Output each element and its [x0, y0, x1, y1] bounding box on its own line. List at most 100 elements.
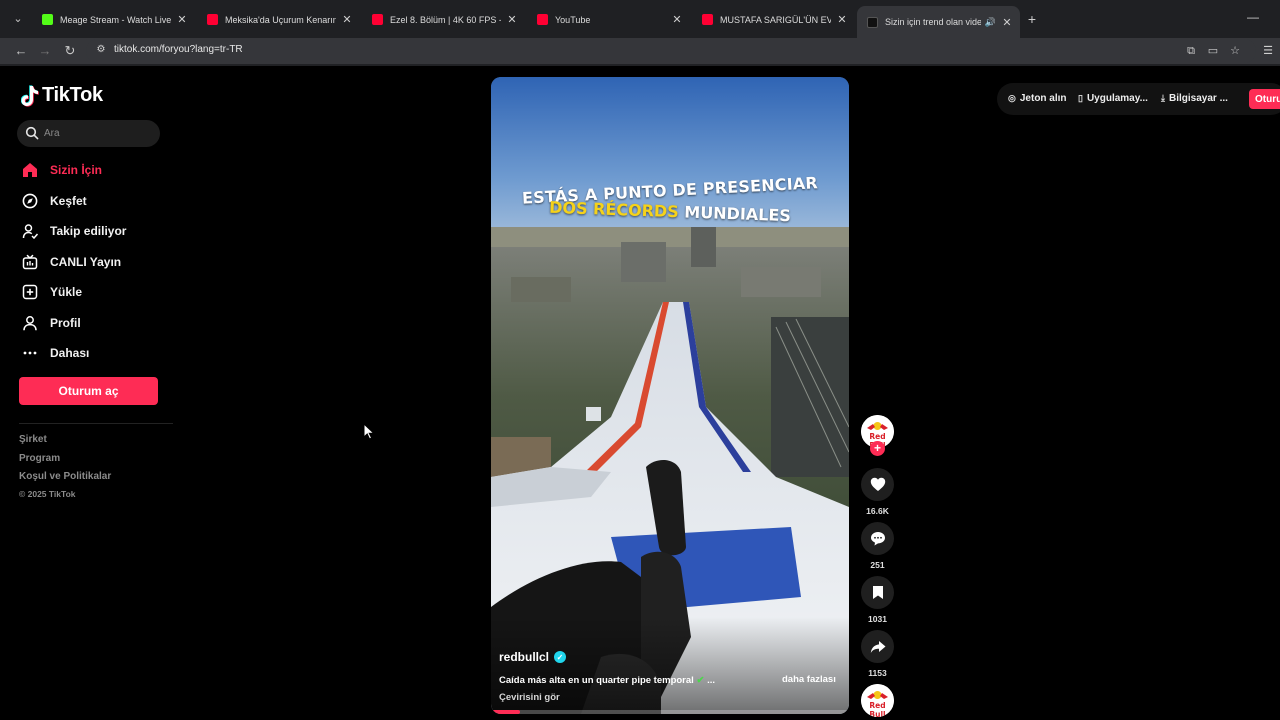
- comment-button[interactable]: [861, 522, 894, 555]
- site-info-icon[interactable]: ⚙: [94, 44, 108, 58]
- window-minimize-icon[interactable]: —: [1247, 10, 1259, 24]
- tab-title: Meksika'da Uçurum Kenarında: [225, 14, 336, 25]
- more-icon: [19, 344, 41, 362]
- sidebar-item-live[interactable]: CANLI Yayın: [19, 247, 169, 278]
- share-icon: [870, 640, 885, 653]
- youtube-favicon-icon: [372, 14, 383, 25]
- back-arrow-icon[interactable]: ←: [11, 41, 31, 61]
- reload-icon[interactable]: ↻: [60, 41, 80, 61]
- tab-search-chevron-icon[interactable]: ⌄: [8, 9, 28, 29]
- tab-close-icon[interactable]: ✕: [505, 13, 519, 26]
- following-icon: [19, 222, 41, 240]
- extensions-icon[interactable]: ☰: [1260, 43, 1276, 59]
- tiktok-note-icon: [20, 84, 39, 107]
- translate-icon[interactable]: ⧉: [1183, 43, 1199, 59]
- header-actions: ◎ Jeton alın ▯ Uygulamay... ⤓ Bilgisayar…: [997, 83, 1280, 115]
- desktop-app-label: Bilgisayar ...: [1168, 93, 1228, 104]
- tab-close-icon[interactable]: ✕: [175, 13, 189, 26]
- sidebar-item-more[interactable]: Dahası: [19, 338, 169, 369]
- video-progress-fill: [491, 710, 520, 714]
- browser-tab[interactable]: Ezel 8. Bölüm | 4K 60 FPS - Yo ✕: [362, 6, 525, 33]
- audio-playing-icon[interactable]: 🔊: [985, 17, 996, 28]
- url-text: tiktok.com/foryou?lang=tr-TR: [114, 44, 243, 55]
- sidebar-item-label: Dahası: [50, 346, 90, 361]
- forward-arrow-icon[interactable]: →: [35, 41, 55, 61]
- caption-ellipsis: ...: [707, 675, 715, 686]
- video-player[interactable]: ESTÁS A PUNTO DE PRESENCIAR DOS RÉCORDS …: [491, 77, 849, 714]
- tab-close-icon[interactable]: ✕: [340, 13, 354, 26]
- copyright: © 2025 TikTok: [19, 489, 76, 499]
- compass-icon: [19, 192, 41, 210]
- address-bar[interactable]: ⚙ tiktok.com/foryou?lang=tr-TR: [86, 39, 1256, 63]
- heart-icon: [870, 477, 885, 491]
- sidebar-item-following[interactable]: Takip ediliyor: [19, 216, 169, 247]
- sidebar-item-label: Keşfet: [50, 193, 87, 208]
- like-count: 16.6K: [866, 506, 889, 516]
- login-button[interactable]: Oturum aç: [19, 377, 158, 405]
- sidebar-divider: [19, 423, 173, 424]
- browser-tab[interactable]: YouTube ✕: [527, 6, 690, 33]
- verified-badge-icon: ✓: [554, 651, 567, 663]
- tab-close-icon[interactable]: ✕: [670, 13, 684, 26]
- tab-title: MUSTAFA SARIGÜL'ÜN EVİNDE: [720, 14, 831, 25]
- share-button[interactable]: [861, 630, 894, 663]
- avatar-text: Red Bull: [869, 701, 886, 717]
- tab-close-icon[interactable]: ✕: [1000, 16, 1014, 29]
- sound-avatar[interactable]: Red Bull: [861, 684, 894, 717]
- translate-link[interactable]: Çevirisini gör: [499, 692, 560, 703]
- video-progress-bar[interactable]: [491, 710, 849, 714]
- phone-icon: ▯: [1078, 93, 1083, 103]
- search-icon: [25, 126, 39, 140]
- tab-title: Meage Stream - Watch Live on: [60, 14, 171, 25]
- get-app-link[interactable]: ▯ Uygulamay...: [1078, 93, 1148, 104]
- video-author[interactable]: redbullcl ✓: [499, 650, 567, 664]
- sidebar-item-label: Profil: [50, 315, 81, 330]
- sidebar-item-upload[interactable]: Yükle: [19, 277, 169, 308]
- youtube-favicon-icon: [702, 14, 713, 25]
- profile-icon: [19, 314, 41, 332]
- overlay-rest: MUNDIALES: [678, 202, 792, 226]
- browser-tab[interactable]: Meage Stream - Watch Live on ✕: [32, 6, 195, 33]
- live-icon: [19, 253, 41, 271]
- get-coins-link[interactable]: ◎ Jeton alın: [1008, 93, 1067, 104]
- more-link[interactable]: daha fazlası: [782, 674, 836, 685]
- share-count: 1153: [868, 668, 887, 678]
- footer-link-program[interactable]: Program: [19, 453, 60, 464]
- save-count: 1031: [868, 614, 887, 624]
- sidebar-item-explore[interactable]: Keşfet: [19, 186, 169, 217]
- comment-count: 251: [870, 560, 885, 570]
- comment-icon: [870, 532, 885, 546]
- get-app-label: Uygulamay...: [1086, 93, 1148, 104]
- follow-plus-icon[interactable]: +: [870, 441, 885, 456]
- tiktok-wordmark: TikTok: [42, 84, 103, 106]
- browser-tab[interactable]: Meksika'da Uçurum Kenarında ✕: [197, 6, 360, 33]
- sidebar-item-label: Yükle: [50, 285, 83, 300]
- footer-link-terms[interactable]: Koşul ve Politikalar: [19, 471, 111, 482]
- like-button[interactable]: [861, 468, 894, 501]
- tab-close-icon[interactable]: ✕: [835, 13, 849, 26]
- new-tab-icon[interactable]: +: [1023, 9, 1041, 29]
- cast-icon[interactable]: ▭: [1205, 43, 1221, 59]
- caption-text: Caída más alta en un quarter pipe tempor…: [499, 675, 694, 686]
- tab-title: Sizin için trend olan videolar: [885, 17, 981, 27]
- search-box[interactable]: [17, 120, 160, 147]
- browser-toolbar: ← → ↻ ⚙ tiktok.com/foryou?lang=tr-TR ⧉ ▭…: [0, 38, 1280, 64]
- youtube-favicon-icon: [207, 14, 218, 25]
- browser-tab-active[interactable]: Sizin için trend olan videolar 🔊 ✕: [857, 6, 1020, 38]
- sidebar-item-profile[interactable]: Profil: [19, 308, 169, 339]
- browser-tab-strip: ⌄ Meage Stream - Watch Live on ✕ Meksika…: [0, 0, 1280, 38]
- header-login-button[interactable]: Oturum aç: [1249, 89, 1280, 109]
- browser-tab[interactable]: MUSTAFA SARIGÜL'ÜN EVİNDE ✕: [692, 6, 855, 33]
- search-input[interactable]: [44, 125, 154, 142]
- video-caption: Caída más alta en un quarter pipe tempor…: [499, 675, 715, 686]
- sidebar-item-label: CANLI Yayın: [50, 254, 122, 269]
- tab-title: Ezel 8. Bölüm | 4K 60 FPS - Yo: [390, 14, 501, 25]
- chrome-separator: [0, 64, 1280, 66]
- save-button[interactable]: [861, 576, 894, 609]
- tiktok-logo[interactable]: TikTok: [20, 84, 103, 107]
- sidebar-item-label: Takip ediliyor: [50, 224, 127, 239]
- bookmark-star-icon[interactable]: ☆: [1227, 43, 1243, 59]
- sidebar-item-for-you[interactable]: Sizin İçin: [19, 155, 169, 186]
- footer-link-company[interactable]: Şirket: [19, 434, 47, 445]
- desktop-app-link[interactable]: ⤓ Bilgisayar ...: [1161, 93, 1228, 104]
